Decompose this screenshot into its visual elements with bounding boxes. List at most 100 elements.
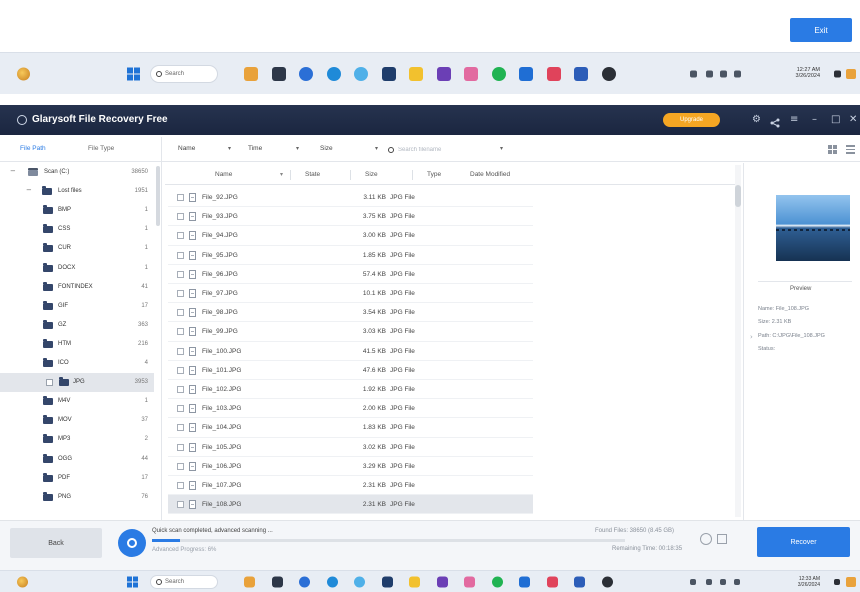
cortana-icon[interactable]	[299, 66, 313, 81]
visual-studio-icon[interactable]	[436, 576, 448, 587]
network-icon[interactable]	[706, 70, 713, 77]
time-filter-dropdown[interactable]: Time ▾	[248, 145, 304, 155]
notification-icon[interactable]	[834, 578, 840, 585]
name-filter-dropdown[interactable]: Name ▾	[178, 145, 236, 155]
file-row[interactable]: File_107.JPG 2.31 KB JPG File	[168, 476, 533, 496]
mail-icon[interactable]	[519, 66, 533, 81]
share-icon[interactable]	[770, 115, 780, 128]
chevron-up-icon[interactable]	[690, 70, 697, 77]
copilot-tray-icon[interactable]	[846, 576, 856, 587]
file-row[interactable]: File_106.JPG 3.29 KB JPG File	[168, 457, 533, 476]
cortana-icon[interactable]	[299, 576, 310, 587]
file-row[interactable]: File_93.JPG 3.75 KB JPG File	[168, 207, 533, 227]
file-row[interactable]: File_100.JPG 41.5 KB JPG File	[168, 342, 533, 361]
start-icon[interactable]	[127, 67, 140, 80]
sort-icon[interactable]: ▾	[280, 171, 283, 178]
tree-item[interactable]: MOV 37	[0, 411, 154, 430]
tree-item[interactable]: PDF 17	[0, 469, 154, 488]
tree-item[interactable]: JPG 3953	[0, 373, 154, 393]
spotify-icon[interactable]	[491, 576, 503, 587]
battery-icon[interactable]	[734, 70, 741, 77]
terminal-icon[interactable]	[271, 66, 286, 81]
copilot-icon[interactable]	[354, 66, 368, 81]
recover-button[interactable]: Recover	[757, 527, 850, 557]
obs-icon[interactable]	[601, 66, 616, 81]
list-view-icon[interactable]	[846, 145, 855, 154]
paint-icon[interactable]	[244, 66, 258, 81]
word-icon[interactable]	[574, 66, 588, 81]
file-row[interactable]: File_96.JPG 57.4 KB JPG File	[168, 265, 533, 284]
visual-studio-icon[interactable]	[436, 66, 451, 81]
volume-icon[interactable]	[720, 578, 726, 585]
tree-item[interactable]: BMP 1	[0, 201, 154, 220]
file-row[interactable]: File_104.JPG 1.83 KB JPG File	[168, 418, 533, 438]
taskbar-search[interactable]: Search	[150, 64, 218, 83]
close-icon[interactable]: ✕	[849, 112, 857, 128]
file-checkbox[interactable]	[177, 366, 184, 374]
file-row[interactable]: File_99.JPG 3.03 KB JPG File	[168, 322, 533, 342]
pause-icon[interactable]	[700, 533, 712, 545]
store-icon[interactable]	[381, 66, 396, 81]
terminal-icon[interactable]	[271, 576, 283, 587]
size-filter-dropdown[interactable]: Size ▾	[320, 145, 382, 155]
grid-view-icon[interactable]	[828, 145, 837, 154]
exit-button[interactable]: Exit	[790, 18, 852, 42]
copilot-tray-icon[interactable]	[846, 68, 856, 79]
file-checkbox[interactable]	[177, 462, 184, 470]
clock[interactable]: 12:33 AM 3/26/2024	[768, 575, 820, 588]
tree-item[interactable]: M4V 1	[0, 392, 154, 411]
file-explorer-icon[interactable]	[409, 576, 420, 587]
file-row[interactable]: File_101.JPG 47.6 KB JPG File	[168, 361, 533, 380]
tree-item[interactable]: MP3 2	[0, 430, 154, 449]
file-row[interactable]: File_108.JPG 2.31 KB JPG File	[168, 495, 533, 515]
column-separator[interactable]	[290, 170, 291, 180]
file-explorer-icon[interactable]	[409, 66, 423, 81]
file-checkbox[interactable]	[177, 194, 184, 201]
file-checkbox[interactable]	[177, 501, 184, 509]
obs-icon[interactable]	[601, 576, 613, 587]
tree-item[interactable]: OGG 44	[0, 450, 154, 469]
column-name[interactable]: Name	[215, 171, 232, 178]
column-date-modified[interactable]: Date Modified	[470, 171, 510, 178]
file-row[interactable]: File_97.JPG 10.1 KB JPG File	[168, 284, 533, 304]
file-checkbox[interactable]	[177, 386, 184, 393]
tab-file-type[interactable]: File Type	[88, 145, 114, 152]
tree-item[interactable]: CSS 1	[0, 220, 154, 239]
chevron-up-icon[interactable]	[690, 578, 696, 585]
search-input[interactable]	[398, 146, 486, 153]
file-row[interactable]: File_102.JPG 1.92 KB JPG File	[168, 380, 533, 400]
photos-icon[interactable]	[464, 66, 478, 81]
file-checkbox[interactable]	[177, 232, 184, 240]
file-checkbox[interactable]	[177, 270, 184, 278]
paint-icon[interactable]	[244, 576, 255, 587]
column-type[interactable]: Type	[427, 171, 441, 178]
start-icon[interactable]	[127, 576, 138, 587]
collapse-icon[interactable]: −	[10, 167, 16, 175]
file-list-scroll-thumb[interactable]	[735, 185, 741, 207]
file-row[interactable]: File_92.JPG 3.11 KB JPG File	[168, 188, 533, 208]
tree-item[interactable]: GIF 17	[0, 297, 154, 316]
collapse-preview-icon[interactable]: ›	[750, 333, 753, 341]
spotify-icon[interactable]	[491, 66, 506, 81]
tree-item[interactable]: DOCX 1	[0, 259, 154, 278]
paint3d-icon[interactable]	[546, 576, 558, 587]
tree-item[interactable]: CUR 1	[0, 239, 154, 258]
tree-item[interactable]: − Lost files 1951	[0, 182, 154, 201]
tree-item[interactable]: HTM 216	[0, 335, 154, 354]
paint3d-icon[interactable]	[546, 66, 561, 81]
file-checkbox[interactable]	[177, 251, 184, 259]
file-checkbox[interactable]	[177, 309, 184, 317]
network-icon[interactable]	[706, 578, 712, 585]
tree-item[interactable]: ICO 4	[0, 354, 154, 373]
stop-icon[interactable]	[717, 534, 727, 544]
widgets-icon[interactable]	[17, 67, 30, 80]
file-checkbox[interactable]	[177, 213, 184, 221]
mail-icon[interactable]	[519, 576, 530, 587]
maximize-icon[interactable]: □	[831, 112, 840, 128]
tree-item[interactable]: PNG 76	[0, 488, 154, 507]
file-row[interactable]: File_94.JPG 3.00 KB JPG File	[168, 226, 533, 246]
file-row[interactable]: File_105.JPG 3.02 KB JPG File	[168, 438, 533, 457]
file-checkbox[interactable]	[177, 443, 184, 451]
store-icon[interactable]	[381, 576, 393, 587]
battery-icon[interactable]	[734, 578, 740, 585]
